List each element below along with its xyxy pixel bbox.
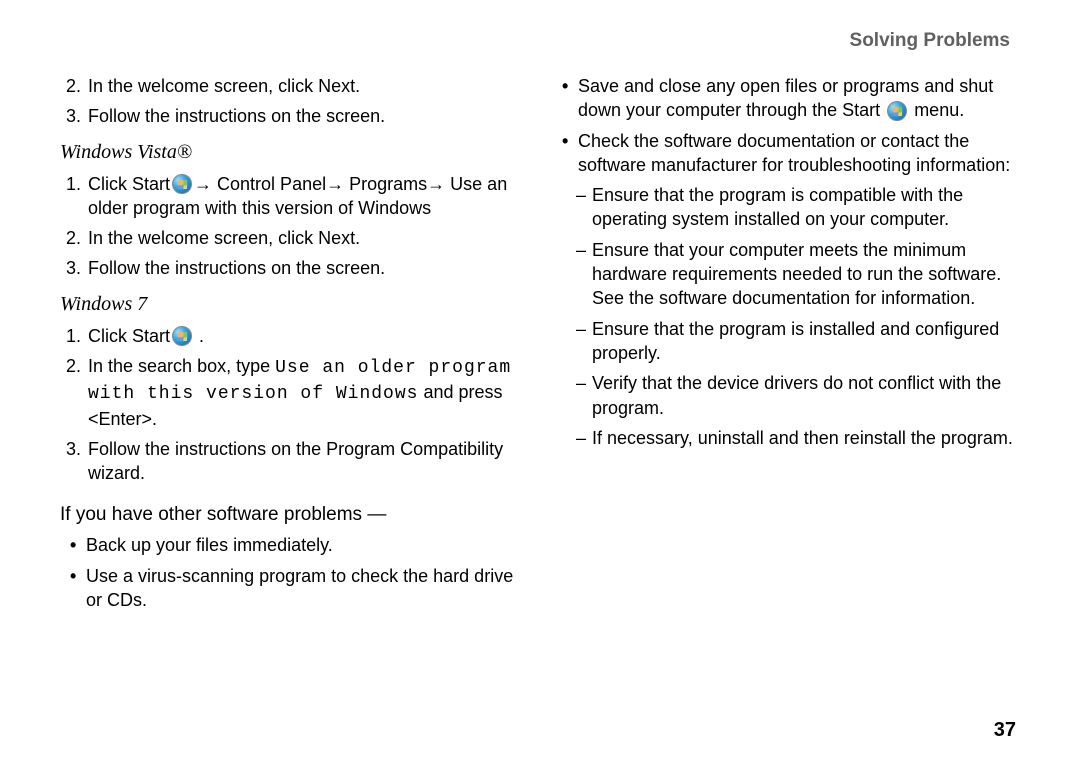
bullet-item: • Back up your files immediately. (70, 533, 528, 557)
page-number: 37 (994, 719, 1016, 742)
list-number: 2. (66, 354, 88, 431)
list-text: Follow the instructions on the Program C… (88, 437, 528, 486)
bullet-text: Save and close any open files or program… (578, 74, 1020, 123)
bullet-icon: • (70, 564, 86, 613)
bullet-text: Check the software documentation or cont… (578, 129, 1020, 178)
bullet-text: Back up your files immediately. (86, 533, 333, 557)
list-number: 2. (66, 226, 88, 250)
dash-text: Ensure that the program is installed and… (592, 317, 1020, 366)
dash-item: – Verify that the device drivers do not … (576, 371, 1020, 420)
dash-icon: – (576, 426, 592, 450)
dash-item: – Ensure that your computer meets the mi… (576, 238, 1020, 311)
list-text: In the welcome screen, click Next. (88, 226, 528, 250)
document-page: Solving Problems 2. In the welcome scree… (0, 0, 1080, 766)
list-number: 2. (66, 74, 88, 98)
dash-item: – If necessary, uninstall and then reins… (576, 426, 1020, 450)
windows-start-icon (887, 101, 907, 121)
list-number: 3. (66, 104, 88, 128)
list-item: 2. In the search box, type Use an older … (66, 354, 528, 431)
subheading-win7: Windows 7 (60, 291, 528, 318)
bullet-text: Use a virus-scanning program to check th… (86, 564, 528, 613)
dash-icon: – (576, 238, 592, 311)
list-number: 1. (66, 324, 88, 348)
list-number: 1. (66, 172, 88, 221)
dash-text: Verify that the device drivers do not co… (592, 371, 1020, 420)
list-text: Follow the instructions on the screen. (88, 256, 528, 280)
dash-text: Ensure that the program is compatible wi… (592, 183, 1020, 232)
list-item: 3. Follow the instructions on the screen… (66, 256, 528, 280)
subheading-vista: Windows Vista® (60, 139, 528, 166)
list-number: 3. (66, 256, 88, 280)
two-column-layout: 2. In the welcome screen, click Next. 3.… (60, 68, 1020, 618)
list-text: Follow the instructions on the screen. (88, 104, 528, 128)
dash-icon: – (576, 317, 592, 366)
dash-icon: – (576, 183, 592, 232)
list-text: In the search box, type Use an older pro… (88, 354, 528, 431)
windows-start-icon (172, 326, 192, 346)
list-item: 1. Click Start→ Control Panel→ Programs→… (66, 172, 528, 221)
windows-start-icon (172, 174, 192, 194)
dash-icon: – (576, 371, 592, 420)
dash-text: Ensure that your computer meets the mini… (592, 238, 1020, 311)
bullet-icon: • (70, 533, 86, 557)
dash-item: – Ensure that the program is installed a… (576, 317, 1020, 366)
bullet-item: • Use a virus-scanning program to check … (70, 564, 528, 613)
left-column: 2. In the welcome screen, click Next. 3.… (60, 68, 528, 618)
dash-item: – Ensure that the program is compatible … (576, 183, 1020, 232)
subheading-other-problems: If you have other software problems — (60, 502, 528, 528)
list-number: 3. (66, 437, 88, 486)
list-text: Click Start→ Control Panel→ Programs→ Us… (88, 172, 528, 221)
list-item: 3. Follow the instructions on the screen… (66, 104, 528, 128)
bullet-item: • Check the software documentation or co… (562, 129, 1020, 178)
list-item: 2. In the welcome screen, click Next. (66, 74, 528, 98)
bullet-item: • Save and close any open files or progr… (562, 74, 1020, 123)
bullet-icon: • (562, 129, 578, 178)
list-item: 1. Click Start . (66, 324, 528, 348)
bullet-icon: • (562, 74, 578, 123)
list-text: In the welcome screen, click Next. (88, 74, 528, 98)
list-text: Click Start . (88, 324, 528, 348)
right-column: • Save and close any open files or progr… (552, 68, 1020, 618)
list-item: 3. Follow the instructions on the Progra… (66, 437, 528, 486)
list-item: 2. In the welcome screen, click Next. (66, 226, 528, 250)
page-header: Solving Problems (60, 30, 1020, 52)
dash-text: If necessary, uninstall and then reinsta… (592, 426, 1013, 450)
